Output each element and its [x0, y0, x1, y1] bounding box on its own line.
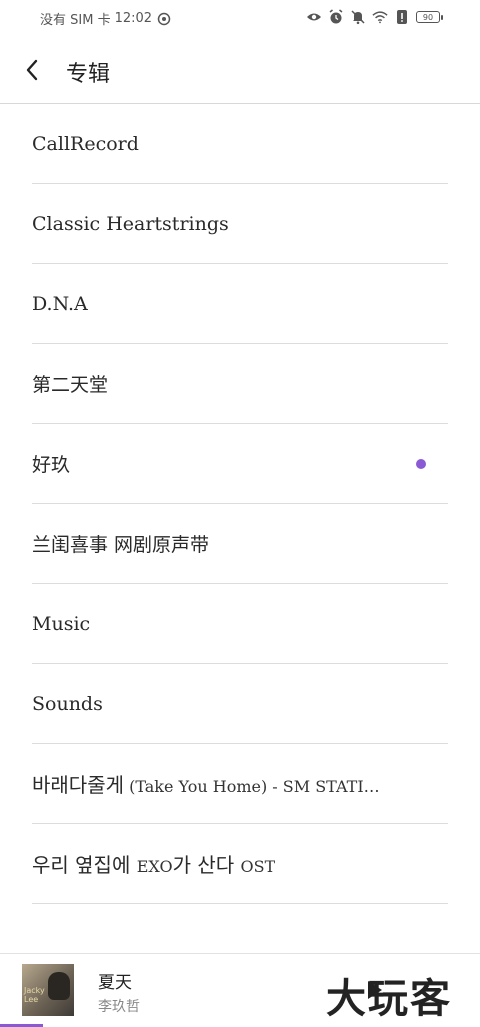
- app-bar: 专辑: [0, 36, 480, 104]
- album-cover[interactable]: Jacky Lee: [22, 964, 74, 1016]
- album-label: Music: [32, 612, 91, 635]
- album-item-exo-next-door[interactable]: 우리 옆집에 EXO가 산다 OST: [32, 824, 448, 904]
- now-playing-indicator: [416, 459, 426, 469]
- page-title: 专辑: [66, 62, 111, 87]
- album-label: Classic Heartstrings: [32, 212, 229, 235]
- sync-icon: [156, 11, 172, 27]
- now-playing-bar[interactable]: Jacky Lee 夏天 李玖哲 大玩客: [0, 953, 480, 1027]
- album-label: 第二天堂: [32, 374, 109, 396]
- album-label-suffix: (Take You Home) - SM STATI…: [124, 777, 380, 796]
- album-item-take-you-home[interactable]: 바래다줄게 (Take You Home) - SM STATI…: [32, 744, 448, 824]
- eye-icon: [306, 9, 322, 25]
- album-label-suffix-2: OST: [240, 857, 276, 876]
- play-button[interactable]: [362, 978, 386, 1002]
- artist-name: 李玖哲: [98, 999, 140, 1015]
- status-bar: 没有 SIM 卡 12:02 90: [0, 0, 480, 36]
- album-label: CallRecord: [32, 132, 139, 155]
- album-label-suffix: EXO: [136, 857, 173, 876]
- album-item-music[interactable]: Music: [32, 584, 448, 664]
- album-item-lanwei-xishi[interactable]: 兰闺喜事 网剧原声带: [32, 504, 448, 584]
- album-item-second-heaven[interactable]: 第二天堂: [32, 344, 448, 424]
- album-item-sounds[interactable]: Sounds: [32, 664, 448, 744]
- play-icon: [368, 981, 382, 999]
- status-right: 90: [306, 9, 443, 25]
- battery-icon: 90: [416, 11, 443, 23]
- album-label: 兰闺喜事 网剧原声带: [32, 534, 210, 556]
- album-label: Sounds: [32, 692, 103, 715]
- album-item-classic-heartstrings[interactable]: Classic Heartstrings: [32, 184, 448, 264]
- album-list: CallRecord Classic Heartstrings D.N.A 第二…: [32, 104, 448, 904]
- album-label-main: 바래다줄게: [32, 773, 124, 797]
- carrier-text: 没有 SIM 卡: [40, 13, 111, 28]
- album-item-callrecord[interactable]: CallRecord: [32, 104, 448, 184]
- album-label: 바래다줄게 (Take You Home) - SM STATI…: [32, 769, 380, 798]
- mute-icon: [350, 9, 366, 25]
- album-label-main: 우리 옆집에: [32, 853, 137, 877]
- album-item-dna[interactable]: D.N.A: [32, 264, 448, 344]
- song-title: 夏天: [98, 973, 132, 993]
- back-button[interactable]: [18, 56, 46, 84]
- wifi-icon: [372, 9, 388, 25]
- chevron-left-icon: [26, 59, 38, 81]
- album-item-haojiu[interactable]: 好玖: [32, 424, 448, 504]
- cover-portrait: [48, 972, 70, 1000]
- status-left: 没有 SIM 卡 12:02: [40, 9, 172, 28]
- alarm-icon: [328, 9, 344, 25]
- clock: 12:02: [114, 11, 153, 26]
- album-label: 우리 옆집에 EXO가 산다 OST: [32, 849, 275, 878]
- cover-text: Jacky Lee: [24, 986, 45, 1004]
- alert-icon: [394, 9, 410, 25]
- album-label: D.N.A: [32, 292, 88, 315]
- album-label: 好玖: [32, 454, 71, 476]
- watermark-logo: 大玩客: [326, 975, 452, 1022]
- album-label-main-2: 가 산다: [172, 853, 241, 877]
